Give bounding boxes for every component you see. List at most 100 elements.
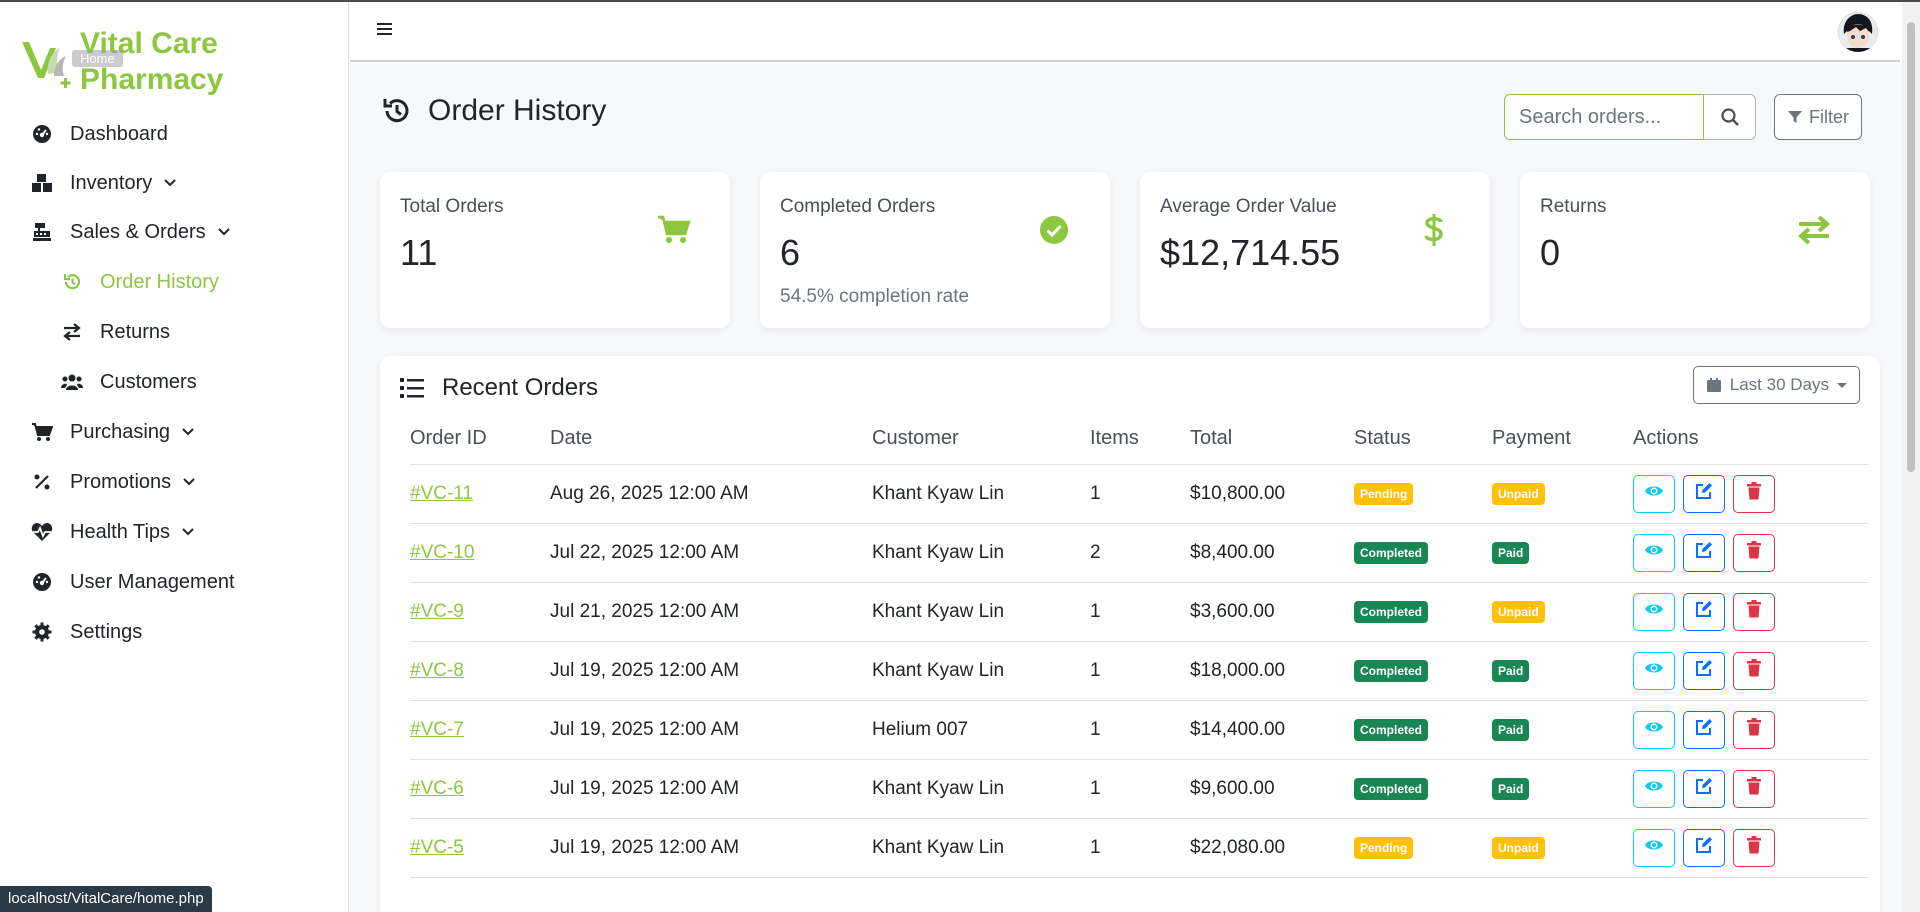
brand[interactable]: Vital Care Pharmacy Home bbox=[20, 24, 320, 104]
filter-label: Filter bbox=[1809, 106, 1849, 127]
search-input[interactable] bbox=[1504, 94, 1704, 140]
recent-orders-card: Recent Orders Last 30 Days Order ID Date… bbox=[380, 356, 1880, 912]
user-avatar[interactable] bbox=[1838, 12, 1878, 52]
sidebar-item-sales-orders[interactable]: Sales & Orders bbox=[30, 212, 232, 252]
delete-button[interactable] bbox=[1733, 769, 1775, 808]
percent-icon bbox=[30, 470, 54, 494]
edit-button[interactable] bbox=[1683, 474, 1725, 513]
view-button[interactable] bbox=[1633, 592, 1675, 631]
delete-button[interactable] bbox=[1733, 592, 1775, 631]
inventory-icon bbox=[30, 171, 54, 195]
stat-label: Average Order Value bbox=[1160, 196, 1337, 217]
table-row: #VC-10 Jul 22, 2025 12:00 AM Khant Kyaw Li… bbox=[410, 523, 1868, 583]
date-cell: Jul 19, 2025 12:00 AM bbox=[550, 700, 872, 760]
status-cell: Pending bbox=[1354, 464, 1492, 524]
status-cell: Completed bbox=[1354, 582, 1492, 642]
order-id-link[interactable]: #VC-10 bbox=[410, 542, 474, 563]
eye-icon bbox=[1644, 778, 1664, 800]
trash-icon bbox=[1746, 599, 1762, 624]
date-cell: Aug 26, 2025 12:00 AM bbox=[550, 464, 872, 524]
delete-button[interactable] bbox=[1733, 533, 1775, 572]
view-button[interactable] bbox=[1633, 533, 1675, 572]
sidebar-item-customers[interactable]: Customers bbox=[60, 362, 197, 402]
customer-cell: Helium 007 bbox=[872, 700, 1090, 760]
customer-cell: Khant Kyaw Lin bbox=[872, 582, 1090, 642]
chevron-down-icon bbox=[217, 228, 230, 236]
order-id-link[interactable]: #VC-11 bbox=[410, 483, 473, 504]
scrollbar-thumb[interactable] bbox=[1907, 22, 1915, 472]
sidebar-item-settings[interactable]: Settings bbox=[30, 612, 142, 652]
edit-button[interactable] bbox=[1683, 592, 1725, 631]
order-id-link[interactable]: #VC-7 bbox=[410, 719, 464, 740]
order-id-cell: #VC-9 bbox=[410, 582, 550, 642]
sidebar-item-inventory[interactable]: Inventory bbox=[30, 163, 178, 203]
trash-icon bbox=[1746, 835, 1762, 860]
customer-cell: Khant Kyaw Lin bbox=[872, 464, 1090, 524]
filter-button[interactable]: Filter bbox=[1774, 94, 1862, 140]
order-id-link[interactable]: #VC-6 bbox=[410, 778, 464, 799]
main-content: Order History Filter Total Orders 11 Com… bbox=[350, 64, 1902, 912]
view-button[interactable] bbox=[1633, 828, 1675, 867]
eye-icon bbox=[1644, 837, 1664, 859]
order-id-cell: #VC-11 bbox=[410, 464, 550, 524]
total-cell: $8,400.00 bbox=[1190, 523, 1354, 583]
order-id-link[interactable]: #VC-8 bbox=[410, 660, 464, 681]
edit-icon bbox=[1695, 600, 1713, 624]
edit-button[interactable] bbox=[1683, 651, 1725, 690]
search-button[interactable] bbox=[1704, 94, 1756, 140]
actions-cell bbox=[1633, 582, 1868, 642]
sidebar-item-health-tips[interactable]: Health Tips bbox=[30, 512, 196, 552]
exchange-icon bbox=[1794, 210, 1834, 250]
edit-button[interactable] bbox=[1683, 769, 1725, 808]
total-cell: $14,400.00 bbox=[1190, 700, 1354, 760]
items-cell: 1 bbox=[1090, 464, 1190, 524]
trash-icon bbox=[1746, 658, 1762, 683]
view-button[interactable] bbox=[1633, 710, 1675, 749]
sidebar-item-purchasing[interactable]: Purchasing bbox=[30, 412, 196, 452]
edit-button[interactable] bbox=[1683, 533, 1725, 572]
hamburger-menu-icon[interactable] bbox=[376, 20, 394, 38]
edit-button[interactable] bbox=[1683, 710, 1725, 749]
edit-button[interactable] bbox=[1683, 828, 1725, 867]
exchange-icon bbox=[60, 320, 84, 344]
view-button[interactable] bbox=[1633, 769, 1675, 808]
sidebar-item-returns[interactable]: Returns bbox=[60, 312, 170, 352]
actions-cell bbox=[1633, 464, 1868, 524]
actions-cell bbox=[1633, 523, 1868, 583]
calendar-icon bbox=[1706, 378, 1721, 392]
date-cell: Jul 21, 2025 12:00 AM bbox=[550, 582, 872, 642]
order-id-cell: #VC-6 bbox=[410, 759, 550, 819]
delete-button[interactable] bbox=[1733, 651, 1775, 690]
status-cell: Pending bbox=[1354, 818, 1492, 878]
order-id-link[interactable]: #VC-5 bbox=[410, 837, 464, 858]
sidebar-item-label: User Management bbox=[70, 570, 235, 593]
delete-button[interactable] bbox=[1733, 710, 1775, 749]
sidebar-item-promotions[interactable]: Promotions bbox=[30, 462, 197, 502]
view-button[interactable] bbox=[1633, 474, 1675, 513]
edit-icon bbox=[1695, 836, 1713, 860]
sidebar-item-order-history[interactable]: Order History bbox=[60, 262, 219, 302]
eye-icon bbox=[1644, 542, 1664, 564]
total-cell: $10,800.00 bbox=[1190, 464, 1354, 524]
actions-cell bbox=[1633, 818, 1868, 878]
column-header: Items bbox=[1090, 414, 1190, 465]
actions-cell bbox=[1633, 759, 1868, 819]
search-icon bbox=[1720, 108, 1739, 126]
delete-button[interactable] bbox=[1733, 474, 1775, 513]
sidebar-item-user-management[interactable]: User Management bbox=[30, 562, 235, 602]
eye-icon bbox=[1644, 483, 1664, 505]
payment-cell: Unpaid bbox=[1492, 464, 1633, 524]
order-id-link[interactable]: #VC-9 bbox=[410, 601, 464, 622]
chevron-down-icon bbox=[182, 428, 194, 436]
total-cell: $22,080.00 bbox=[1190, 818, 1354, 878]
date-range-dropdown[interactable]: Last 30 Days bbox=[1692, 366, 1860, 404]
status-badge: Completed bbox=[1354, 601, 1429, 623]
view-button[interactable] bbox=[1633, 651, 1675, 690]
delete-button[interactable] bbox=[1733, 828, 1775, 867]
page-title: Order History bbox=[380, 94, 606, 128]
stat-card-total-orders: Total Orders 11 bbox=[380, 172, 730, 328]
stat-value: 11 bbox=[400, 232, 438, 273]
sidebar-item-dashboard[interactable]: Dashboard bbox=[30, 114, 168, 154]
page-scrollbar[interactable] bbox=[1902, 2, 1920, 912]
orders-table-body: #VC-11 Aug 26, 2025 12:00 AM Khant Kyaw Li… bbox=[410, 464, 1868, 878]
